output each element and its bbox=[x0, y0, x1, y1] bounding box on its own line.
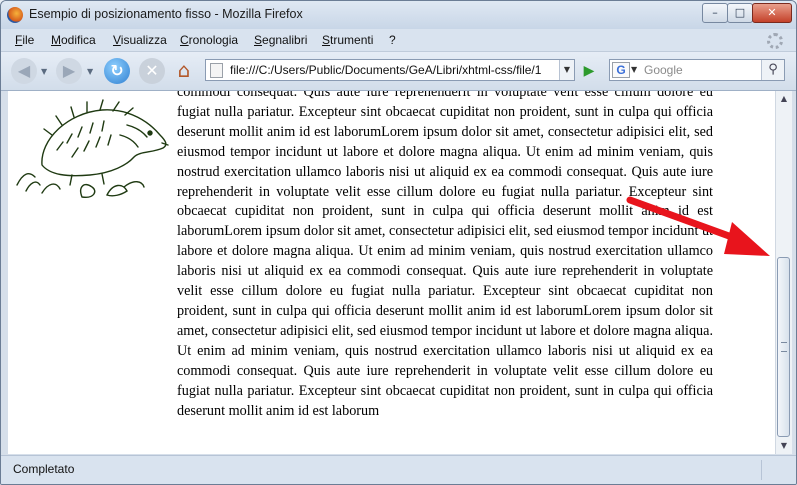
status-bar: Completato bbox=[1, 455, 796, 484]
annotation-arrow-icon bbox=[626, 196, 770, 256]
minimize-button[interactable]: – bbox=[702, 3, 728, 23]
forward-icon[interactable]: ▶ bbox=[56, 58, 82, 84]
page-content: commodi consequat. Quis aute iure repreh… bbox=[8, 91, 775, 454]
hedgehog-image bbox=[16, 99, 169, 199]
status-panel bbox=[761, 460, 790, 480]
menu-bar: File Modifica Visualizza Cronologia Segn… bbox=[1, 29, 796, 52]
url-text[interactable]: file:///C:/Users/Public/Documents/GeA/Li… bbox=[230, 63, 541, 77]
url-history-dropdown-icon[interactable]: ▼ bbox=[559, 60, 574, 80]
search-input[interactable]: Google bbox=[644, 63, 683, 77]
title-bar: Esempio di posizionamento fisso - Mozill… bbox=[1, 1, 796, 29]
stop-icon[interactable]: ✕ bbox=[139, 58, 165, 84]
forward-history-dropdown-icon[interactable]: ▼ bbox=[87, 67, 93, 76]
home-icon[interactable]: ⌂ bbox=[171, 58, 197, 82]
menu-strumenti[interactable]: Strumenti bbox=[322, 33, 373, 47]
scrollbar-thumb[interactable] bbox=[777, 257, 790, 437]
menu-modifica[interactable]: Modifica bbox=[51, 33, 96, 47]
status-text: Completato bbox=[13, 462, 75, 476]
menu-visualizza[interactable]: Visualizza bbox=[113, 33, 167, 47]
search-box[interactable]: G ▼ Google ⚲ bbox=[609, 59, 785, 81]
close-button[interactable]: ✕ bbox=[752, 3, 792, 23]
search-icon[interactable]: ⚲ bbox=[761, 60, 784, 80]
firefox-icon bbox=[7, 7, 23, 23]
menu-segnalibri[interactable]: Segnalibri bbox=[254, 33, 307, 47]
scrollbar-grip-icon bbox=[781, 342, 787, 352]
maximize-button[interactable]: □ bbox=[727, 3, 753, 23]
back-icon[interactable]: ◀ bbox=[11, 58, 37, 84]
menu-file[interactable]: File bbox=[15, 33, 34, 47]
back-history-dropdown-icon[interactable]: ▼ bbox=[41, 67, 47, 76]
window-title: Esempio di posizionamento fisso - Mozill… bbox=[29, 7, 303, 21]
throbber-icon bbox=[767, 33, 783, 49]
navigation-toolbar: ◀ ▼ ▶ ▼ ↻ ✕ ⌂ file:///C:/Users/Public/Do… bbox=[1, 52, 796, 91]
scroll-down-icon[interactable]: ▼ bbox=[776, 438, 792, 454]
engine-dropdown-icon[interactable]: ▼ bbox=[631, 62, 637, 78]
page-favicon-icon bbox=[210, 63, 223, 78]
reload-icon[interactable]: ↻ bbox=[104, 58, 130, 84]
go-icon[interactable]: ▶ bbox=[579, 61, 599, 81]
vertical-scrollbar[interactable]: ▲ ▼ bbox=[775, 91, 792, 454]
scroll-up-icon[interactable]: ▲ bbox=[776, 91, 792, 107]
google-engine-icon[interactable]: G bbox=[612, 62, 630, 78]
menu-cronologia[interactable]: Cronologia bbox=[180, 33, 238, 47]
address-bar[interactable]: file:///C:/Users/Public/Documents/GeA/Li… bbox=[205, 59, 575, 81]
menu-help[interactable]: ? bbox=[389, 33, 396, 47]
